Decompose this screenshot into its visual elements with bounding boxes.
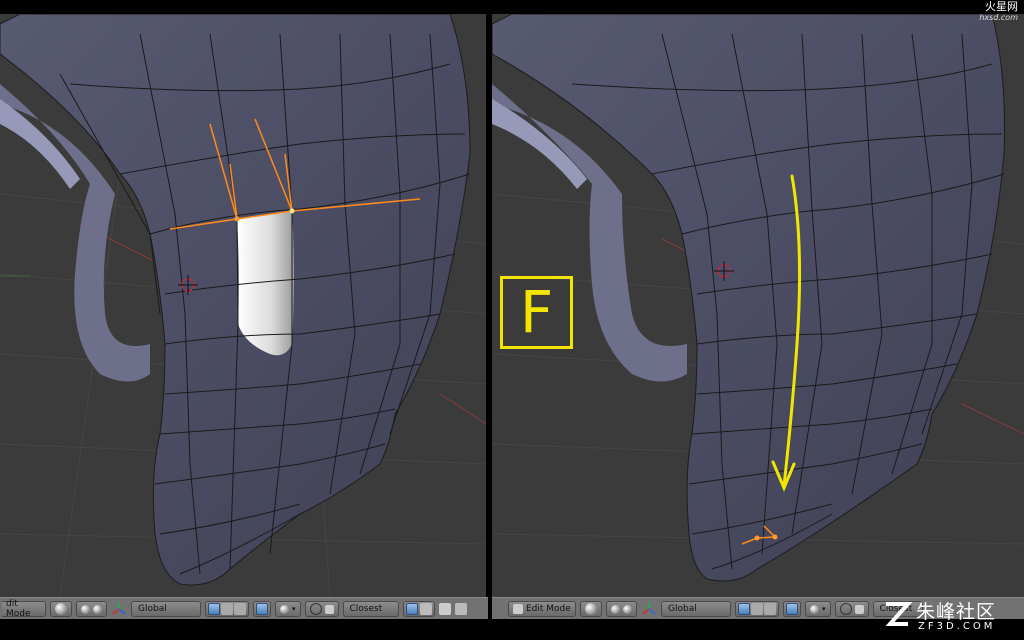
render-anim-icon[interactable] xyxy=(454,603,467,615)
watermark-top-brand: 火星网 xyxy=(985,0,1018,13)
proportional-icon xyxy=(280,604,289,614)
shading-selector[interactable] xyxy=(50,601,72,617)
bottom-strip xyxy=(0,619,1024,640)
viewport-header-left: dit Mode Global ▾ Closest xyxy=(0,597,488,620)
pivot-icon-2 xyxy=(623,604,632,614)
selected-vertex[interactable] xyxy=(234,216,240,222)
proportional-edit[interactable]: ▾ xyxy=(275,601,301,617)
pivot-selector[interactable] xyxy=(606,601,637,617)
selected-vertex[interactable] xyxy=(772,534,778,540)
viewport-left[interactable] xyxy=(0,14,486,597)
vertex-select-icon[interactable] xyxy=(208,603,220,615)
proportional-edit[interactable]: ▾ xyxy=(805,601,831,617)
snap-element-icon xyxy=(854,604,864,614)
active-vertex[interactable] xyxy=(289,208,295,214)
selected-vertex[interactable] xyxy=(754,535,760,541)
selected-face[interactable] xyxy=(237,211,294,356)
render-icon[interactable] xyxy=(438,603,451,615)
orientation-label: Global xyxy=(668,604,697,614)
snap-element-icon xyxy=(324,604,334,614)
snap-icon xyxy=(309,603,322,615)
sphere-icon xyxy=(55,603,67,615)
watermark-top-url: hxsd.com xyxy=(979,13,1018,22)
vertex-select-icon[interactable] xyxy=(738,603,750,615)
shading-selector[interactable] xyxy=(580,601,602,617)
snap-toggle[interactable] xyxy=(304,601,339,617)
watermark-bottom-brand: 朱峰社区 xyxy=(916,601,997,623)
mode-label: dit Mode xyxy=(6,599,31,619)
select-mode-group[interactable] xyxy=(735,601,779,617)
watermark-bottom-url: ZF3D.COM xyxy=(918,621,996,632)
proportional-icon xyxy=(810,604,819,614)
watermark-top: 火星网 hxsd.com xyxy=(979,1,1018,23)
edit-mode-icon xyxy=(513,604,523,614)
axes-manipulator-icon[interactable] xyxy=(641,601,657,617)
mode-selector[interactable]: Edit Mode xyxy=(508,601,576,617)
occlude-icon xyxy=(256,603,268,615)
watermark-bottom: 朱峰社区 ZF3D.COM xyxy=(882,597,1014,637)
orientation-selector[interactable]: Global xyxy=(131,601,201,617)
occlude-toggle[interactable] xyxy=(783,601,801,617)
pivot-icon-2 xyxy=(93,604,102,614)
occlude-icon xyxy=(786,603,798,615)
axes-manipulator-icon[interactable] xyxy=(111,601,127,617)
mode-label: Edit Mode xyxy=(526,604,571,614)
snap-options[interactable] xyxy=(402,601,435,617)
zf3d-logo-icon xyxy=(885,602,912,626)
snap-align-icon[interactable] xyxy=(405,603,418,615)
pivot-icon xyxy=(81,604,90,614)
pivot-selector[interactable] xyxy=(76,601,107,617)
edge-select-icon[interactable] xyxy=(221,603,233,615)
snap-toggle[interactable] xyxy=(834,601,869,617)
key-hint-f: F xyxy=(500,276,573,349)
occlude-toggle[interactable] xyxy=(253,601,271,617)
snap-target-selector[interactable]: Closest xyxy=(342,601,399,617)
snap-project-icon[interactable] xyxy=(419,603,432,615)
face-select-icon[interactable] xyxy=(234,603,246,615)
face-select-icon[interactable] xyxy=(764,603,776,615)
snap-target-label: Closest xyxy=(349,604,383,614)
snap-icon xyxy=(839,603,852,615)
edge-select-icon[interactable] xyxy=(751,603,763,615)
pivot-icon xyxy=(611,604,620,614)
orientation-label: Global xyxy=(138,604,167,614)
mode-selector[interactable]: dit Mode xyxy=(2,599,46,619)
select-mode-group[interactable] xyxy=(205,601,249,617)
mesh-view-left xyxy=(0,14,486,597)
sphere-icon xyxy=(585,603,597,615)
orientation-selector[interactable]: Global xyxy=(661,601,731,617)
